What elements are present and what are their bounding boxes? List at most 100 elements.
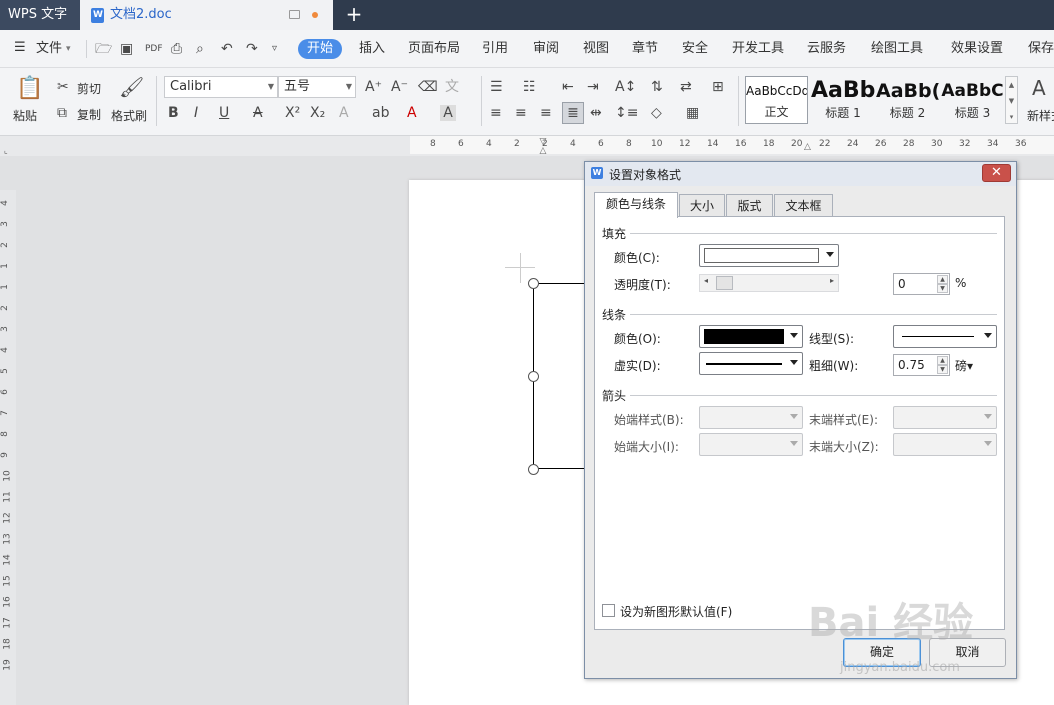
spin-up-icon[interactable]: ▲ xyxy=(937,356,948,365)
weight-unit-dropdown[interactable]: 磅▾ xyxy=(955,357,973,374)
line-color-dropdown[interactable] xyxy=(699,325,803,348)
menu-tab-developer[interactable]: 开发工具 xyxy=(732,40,784,58)
menu-tab-drawing-tools[interactable]: 绘图工具 xyxy=(871,40,923,58)
fill-color-dropdown[interactable] xyxy=(699,244,839,267)
slider-right-arrow-icon[interactable]: ▸ xyxy=(830,276,834,285)
menu-tab-review[interactable]: 审阅 xyxy=(533,40,559,58)
text-effect-icon[interactable]: A xyxy=(339,105,349,121)
menu-tab-security[interactable]: 安全 xyxy=(682,40,708,58)
weight-input[interactable]: 0.75 ▲ ▼ xyxy=(893,354,950,376)
hamburger-icon[interactable]: ☰ xyxy=(14,39,26,57)
resize-handle[interactable] xyxy=(528,371,539,382)
borders-icon[interactable]: ▦ xyxy=(686,105,699,121)
align-right-icon[interactable]: ≡ xyxy=(540,105,552,121)
paragraph-spacing-icon[interactable]: ↕≡ xyxy=(615,105,638,121)
strikethrough-icon[interactable]: A xyxy=(253,105,263,121)
increase-indent-icon[interactable]: ⇥ xyxy=(587,79,599,95)
resize-handle[interactable] xyxy=(528,464,539,475)
slider-left-arrow-icon[interactable]: ◂ xyxy=(704,276,708,285)
spin-down-icon[interactable]: ▼ xyxy=(937,365,948,374)
monitor-icon[interactable] xyxy=(289,10,300,19)
font-name-select[interactable]: Calibri ▼ xyxy=(164,76,278,98)
new-style-label[interactable]: 新样式 xyxy=(1027,107,1054,124)
menu-file[interactable]: 文件 xyxy=(36,40,62,58)
clear-format-icon[interactable]: ⌫ xyxy=(418,79,438,95)
decrease-indent-icon[interactable]: ⇤ xyxy=(562,79,574,95)
distributed-icon[interactable]: ⇹ xyxy=(590,105,602,121)
style-heading-3[interactable]: AaBbC 标题 3 xyxy=(941,76,1004,124)
close-icon[interactable]: ✕ xyxy=(982,164,1011,182)
copy-label[interactable]: 复制 xyxy=(77,106,101,123)
style-heading-2[interactable]: AaBb( 标题 2 xyxy=(876,76,939,124)
indent-marker-icon[interactable]: ▽ △ xyxy=(538,138,548,156)
menu-tab-start[interactable]: 开始 xyxy=(298,39,342,59)
format-painter-icon[interactable]: 🖌 xyxy=(119,77,144,97)
bold-icon[interactable]: B xyxy=(168,105,179,121)
transparency-input[interactable]: 0 ▲ ▼ xyxy=(893,273,950,295)
highlight-icon[interactable]: ab xyxy=(372,105,389,121)
tab-color-and-lines[interactable]: 颜色与线条 xyxy=(594,192,678,218)
cut-icon[interactable]: ✂ xyxy=(57,79,69,95)
justify-icon[interactable]: ≣ xyxy=(562,102,584,124)
new-style-icon[interactable]: A xyxy=(1032,78,1046,98)
paste-label[interactable]: 粘贴 xyxy=(13,107,37,124)
tab-stop-icon[interactable]: ⌞ xyxy=(4,146,8,155)
tab-text-box[interactable]: 文本框 xyxy=(774,194,833,217)
menu-tab-save[interactable]: 保存 xyxy=(1028,40,1054,58)
font-size-select[interactable]: 五号 ▼ xyxy=(278,76,356,98)
format-painter-label[interactable]: 格式刷 xyxy=(111,107,147,124)
align-left-icon[interactable]: ≡ xyxy=(490,105,502,121)
text-direction-icon[interactable]: A↕ xyxy=(615,79,636,95)
shrink-font-icon[interactable]: A⁻ xyxy=(391,79,408,95)
open-icon[interactable]: 🗁 xyxy=(95,41,112,57)
spin-up-icon[interactable]: ▲ xyxy=(937,275,948,284)
paste-icon[interactable]: 📋 xyxy=(16,77,43,101)
sort-icon[interactable]: ⇅ xyxy=(651,79,663,95)
dash-dropdown[interactable] xyxy=(699,352,803,375)
new-tab-button[interactable]: + xyxy=(344,0,364,30)
app-name-tab[interactable]: WPS 文字 xyxy=(0,0,80,30)
underline-icon[interactable]: U xyxy=(219,105,229,121)
print-preview-icon[interactable]: ⌕ xyxy=(196,41,204,57)
spin-down-icon[interactable]: ▼ xyxy=(937,284,948,293)
undo-icon[interactable]: ↶ xyxy=(221,41,233,57)
font-color-icon[interactable]: A xyxy=(407,105,417,121)
show-marks-icon[interactable]: ⊞ xyxy=(712,79,724,95)
default-shape-checkbox[interactable] xyxy=(602,604,615,617)
grow-font-icon[interactable]: A⁺ xyxy=(365,79,382,95)
subscript-icon[interactable]: X₂ xyxy=(310,105,325,121)
superscript-icon[interactable]: X² xyxy=(285,105,300,121)
bullet-list-icon[interactable]: ☰ xyxy=(490,79,503,95)
line-spacing-icon[interactable]: ⇄ xyxy=(680,79,692,95)
style-heading-1[interactable]: AaBb 标题 1 xyxy=(811,76,875,124)
default-shape-label[interactable]: 设为新图形默认值(F) xyxy=(620,603,732,620)
menu-tab-chapter[interactable]: 章节 xyxy=(632,40,658,58)
print-icon[interactable]: ⎙ xyxy=(171,41,182,57)
cut-label[interactable]: 剪切 xyxy=(77,80,101,97)
style-normal[interactable]: AaBbCcDd 正文 xyxy=(745,76,808,124)
shading-icon[interactable]: ◇ xyxy=(651,105,662,121)
customize-dropdown-icon[interactable]: ▿ xyxy=(272,41,277,57)
menu-tab-insert[interactable]: 插入 xyxy=(359,40,385,58)
redo-icon[interactable]: ↷ xyxy=(246,41,258,57)
resize-handle[interactable] xyxy=(528,278,539,289)
chevron-down-icon[interactable]: ▾ xyxy=(66,40,71,58)
character-shading-icon[interactable]: A xyxy=(440,105,456,121)
menu-tab-page-layout[interactable]: 页面布局 xyxy=(408,40,460,58)
save-icon[interactable]: ▣ xyxy=(120,41,133,57)
menu-tab-cloud[interactable]: 云服务 xyxy=(807,40,846,58)
tab-size[interactable]: 大小 xyxy=(679,194,725,217)
phonetic-guide-icon[interactable]: 文 xyxy=(445,79,459,95)
numbered-list-icon[interactable]: ☷ xyxy=(523,79,536,95)
tab-layout[interactable]: 版式 xyxy=(726,194,773,217)
right-indent-marker-icon[interactable]: △ xyxy=(804,142,811,152)
menu-tab-effects[interactable]: 效果设置 xyxy=(951,40,1003,58)
align-center-icon[interactable]: ≡ xyxy=(515,105,527,121)
style-gallery-scroll[interactable]: ▲ ▼ ▾ xyxy=(1005,76,1018,124)
italic-icon[interactable]: I xyxy=(194,105,198,121)
menu-tab-view[interactable]: 视图 xyxy=(583,40,609,58)
copy-icon[interactable]: ⧉ xyxy=(57,105,67,121)
line-style-dropdown[interactable] xyxy=(893,325,997,348)
menu-tab-references[interactable]: 引用 xyxy=(482,40,508,58)
pdf-icon[interactable]: PDF xyxy=(145,41,163,57)
